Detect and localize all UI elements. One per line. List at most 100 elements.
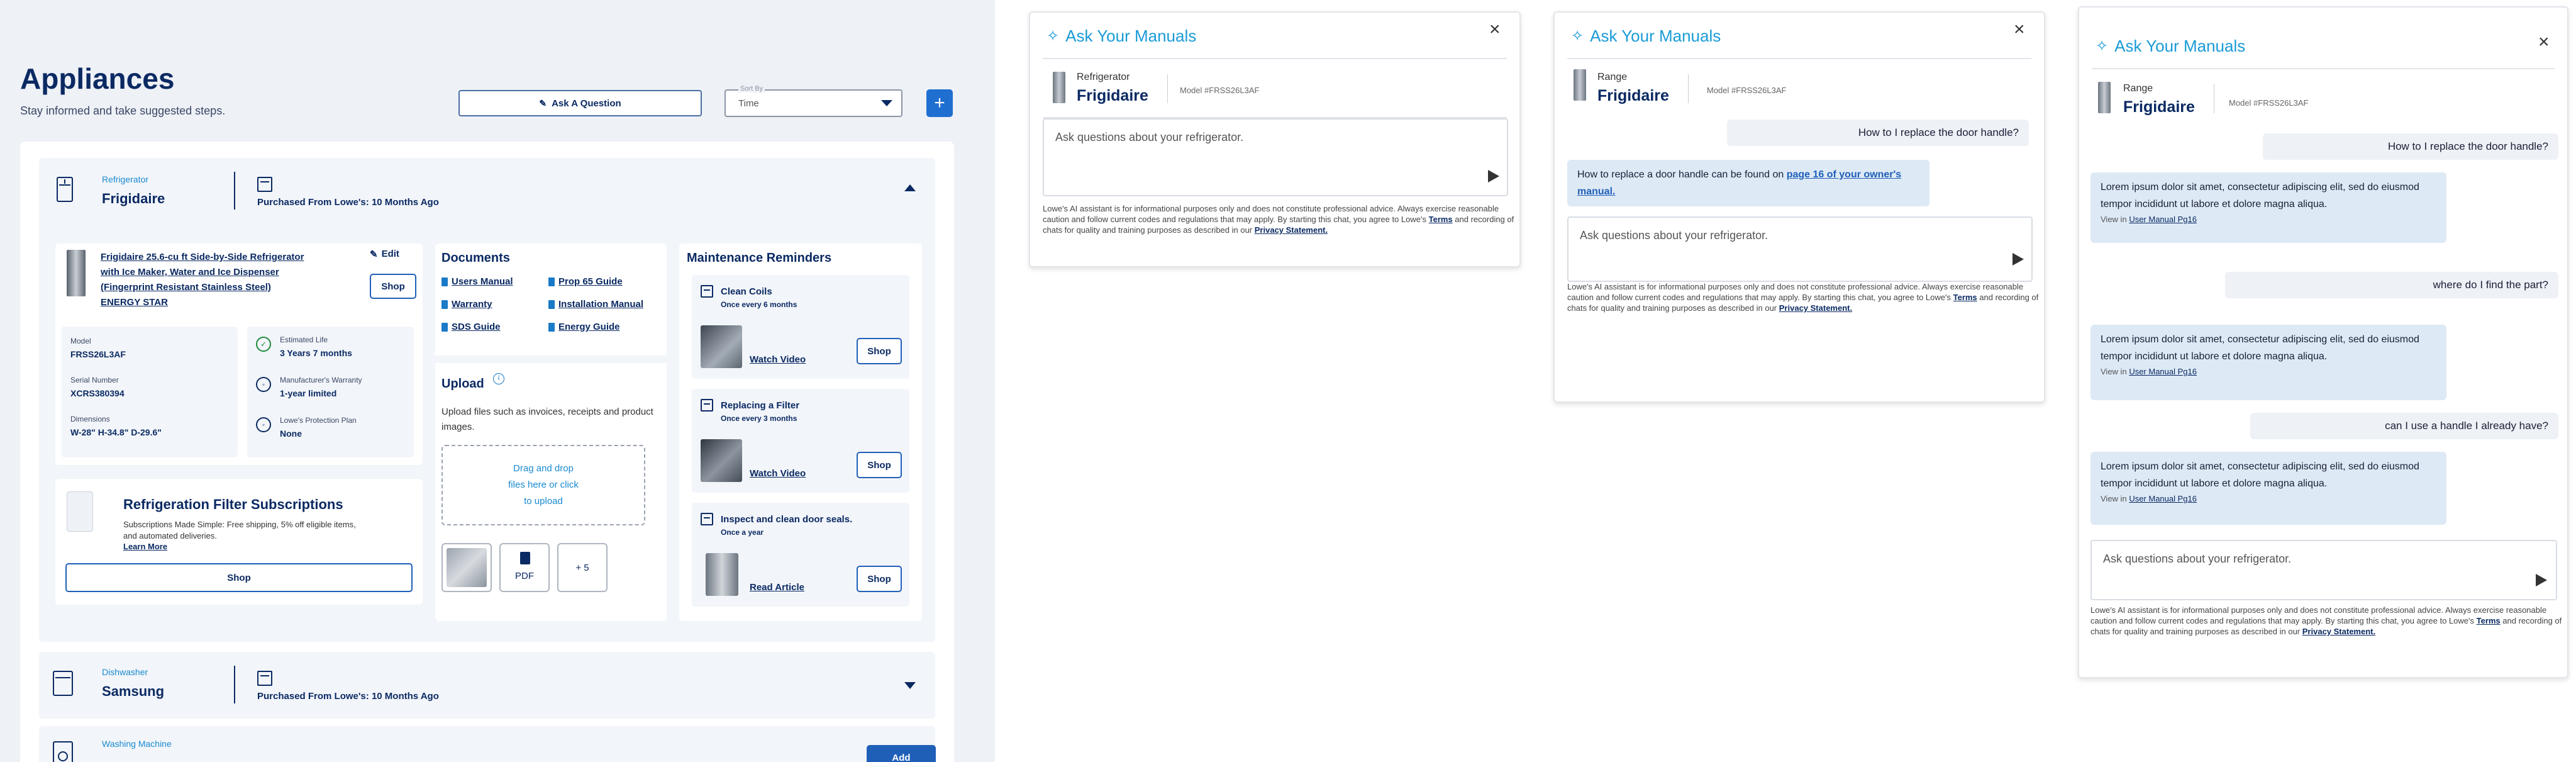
installation-manual-link[interactable]: Installation Manual (548, 299, 643, 310)
maintenance-shop-button[interactable]: Shop (857, 566, 902, 592)
send-icon[interactable] (2536, 574, 2547, 586)
maintenance-article-thumb[interactable] (706, 553, 738, 596)
edit-label: Edit (381, 249, 399, 259)
add-button[interactable]: Add (867, 745, 936, 762)
calendar-icon (257, 671, 272, 686)
product-tile: Frigidaire 25.6-cu ft Side-by-Side Refri… (55, 244, 423, 465)
more-files-thumb[interactable]: + 5 (557, 543, 608, 592)
ask-question-button[interactable]: ✎ Ask A Question (458, 90, 702, 116)
chat-input[interactable]: Ask questions about your refrigerator. (1043, 118, 1508, 196)
document-icon (520, 552, 530, 564)
divider (1688, 74, 1689, 103)
filter-text: Subscriptions Made Simple: Free shipping… (123, 520, 356, 541)
chat-title: Ask Your Manuals (1065, 26, 1197, 45)
warranty-label: Manufacturer's Warranty (280, 376, 362, 384)
divider (1043, 58, 1507, 59)
maintenance-item: Inspect and clean door seals. Once a yea… (692, 503, 909, 607)
appliance-brand: Frigidaire (102, 191, 165, 206)
maintenance-shop-button[interactable]: Shop (857, 452, 902, 478)
protection-value: None (280, 429, 302, 439)
manual-page-link[interactable]: User Manual Pg16 (2129, 494, 2197, 503)
sort-value: Time (738, 98, 759, 109)
divider (234, 666, 235, 703)
maintenance-item-title: Replacing a Filter (721, 400, 800, 411)
chat-input[interactable]: Ask questions about your refrigerator. (2090, 540, 2557, 600)
sort-select[interactable]: Time (724, 89, 902, 117)
washer-section: Washing Machine Add (39, 726, 936, 762)
pencil-icon: ✎ (370, 249, 378, 260)
divider (234, 172, 235, 210)
prop65-guide-link[interactable]: Prop 65 Guide (548, 276, 623, 287)
dropzone-text: Drag and drop files here or click to upl… (508, 462, 579, 507)
manual-page-link[interactable]: User Manual Pg16 (2129, 215, 2197, 224)
chevron-down-icon (881, 100, 892, 106)
users-manual-link[interactable]: Users Manual (441, 276, 513, 287)
terms-link[interactable]: Terms (2477, 616, 2501, 625)
privacy-link[interactable]: Privacy Statement. (1779, 303, 1852, 313)
edit-button[interactable]: ✎ Edit (370, 249, 399, 260)
warranty-link[interactable]: Warranty (441, 299, 492, 310)
product-title-link[interactable]: Frigidaire 25.6-cu ft Side-by-Side Refri… (101, 250, 308, 310)
watch-video-link[interactable]: Watch Video (750, 354, 806, 365)
uploaded-image-thumb[interactable] (441, 543, 492, 592)
pdf-thumb[interactable]: PDF (499, 543, 550, 592)
chevron-up-icon[interactable] (904, 184, 916, 191)
model-value: FRSS26L3AF (70, 349, 126, 359)
maintenance-shop-button[interactable]: Shop (857, 338, 902, 364)
ask-question-label: Ask A Question (552, 98, 621, 109)
chat-title-row: ✧ Ask Your Manuals (1046, 26, 1196, 46)
sds-guide-link[interactable]: SDS Guide (441, 322, 501, 332)
warranty-value: 1-year limited (280, 388, 337, 398)
appliance-category: Refrigerator (1077, 72, 1130, 82)
protection-icon: ◦ (256, 417, 271, 432)
info-icon[interactable]: i (493, 373, 504, 384)
privacy-link[interactable]: Privacy Statement. (1255, 225, 1328, 235)
maintenance-item-title: Inspect and clean door seals. (721, 514, 853, 525)
fridge-image (1053, 72, 1065, 103)
close-icon[interactable]: × (2014, 19, 2025, 40)
send-icon[interactable] (1488, 170, 1499, 182)
bot-message: How to replace a door handle can be foun… (1567, 160, 1929, 206)
add-appliance-button[interactable]: + (926, 89, 953, 117)
chat-input[interactable]: Ask questions about your refrigerator. (1567, 216, 2033, 282)
close-icon[interactable]: × (2538, 31, 2550, 53)
bot-message: Lorem ipsum dolor sit amet, consectetur … (2090, 452, 2446, 525)
learn-more-link[interactable]: Learn More (123, 542, 167, 551)
purchase-info: Purchased From Lowe's: 10 Months Ago (257, 197, 439, 208)
filter-subscription-tile: Refrigeration Filter Subscriptions Subsc… (55, 479, 423, 605)
terms-link[interactable]: Terms (1953, 293, 1977, 302)
sparkle-icon: ✧ (1571, 28, 1584, 45)
divider (2092, 68, 2555, 69)
manual-page-link[interactable]: User Manual Pg16 (2129, 367, 2197, 376)
disclaimer: Lowe's AI assistant is for informational… (1567, 282, 2039, 313)
model-number: Model #FRSS26L3AF (1180, 86, 1260, 95)
product-specs: Model FRSS26L3AF Serial Number XCRS38039… (62, 327, 238, 457)
sparkle-icon: ✧ (1046, 28, 1060, 45)
watch-video-link[interactable]: Watch Video (750, 468, 806, 479)
read-article-link[interactable]: Read Article (750, 582, 804, 593)
appliance-category: Range (1597, 72, 1628, 82)
chevron-down-icon[interactable] (904, 682, 916, 689)
maintenance-video-thumb[interactable] (701, 325, 742, 368)
disclaimer: Lowe's AI assistant is for informational… (1043, 204, 1514, 235)
dropzone[interactable]: Drag and drop files here or click to upl… (441, 445, 645, 525)
fridge-image (67, 250, 86, 296)
energy-guide-link[interactable]: Energy Guide (548, 322, 620, 332)
shop-button[interactable]: Shop (370, 274, 416, 299)
refrigerator-section: Refrigerator Frigidaire Purchased From L… (39, 158, 935, 642)
dishwasher-section[interactable]: Dishwasher Samsung Purchased From Lowe's… (39, 652, 935, 719)
chat-input-placeholder: Ask questions about your refrigerator. (1055, 131, 1244, 143)
close-icon[interactable]: × (1489, 19, 1501, 40)
maintenance-item-frequency: Once every 3 months (721, 414, 797, 423)
privacy-link[interactable]: Privacy Statement. (2302, 627, 2375, 636)
maintenance-video-thumb[interactable] (701, 439, 742, 482)
appliance-category: Range (2123, 83, 2153, 94)
terms-link[interactable]: Terms (1429, 215, 1453, 224)
chat-panel: ✧ Ask Your Manuals × Refrigerator Frigid… (1029, 11, 1521, 267)
calendar-icon (257, 177, 272, 192)
appliance-brand: Frigidaire (1597, 87, 1669, 104)
appliance-category: Dishwasher (102, 667, 148, 677)
filter-shop-button[interactable]: Shop (65, 563, 413, 592)
send-icon[interactable] (2012, 253, 2024, 266)
page-subtitle: Stay informed and take suggested steps. (20, 104, 226, 117)
